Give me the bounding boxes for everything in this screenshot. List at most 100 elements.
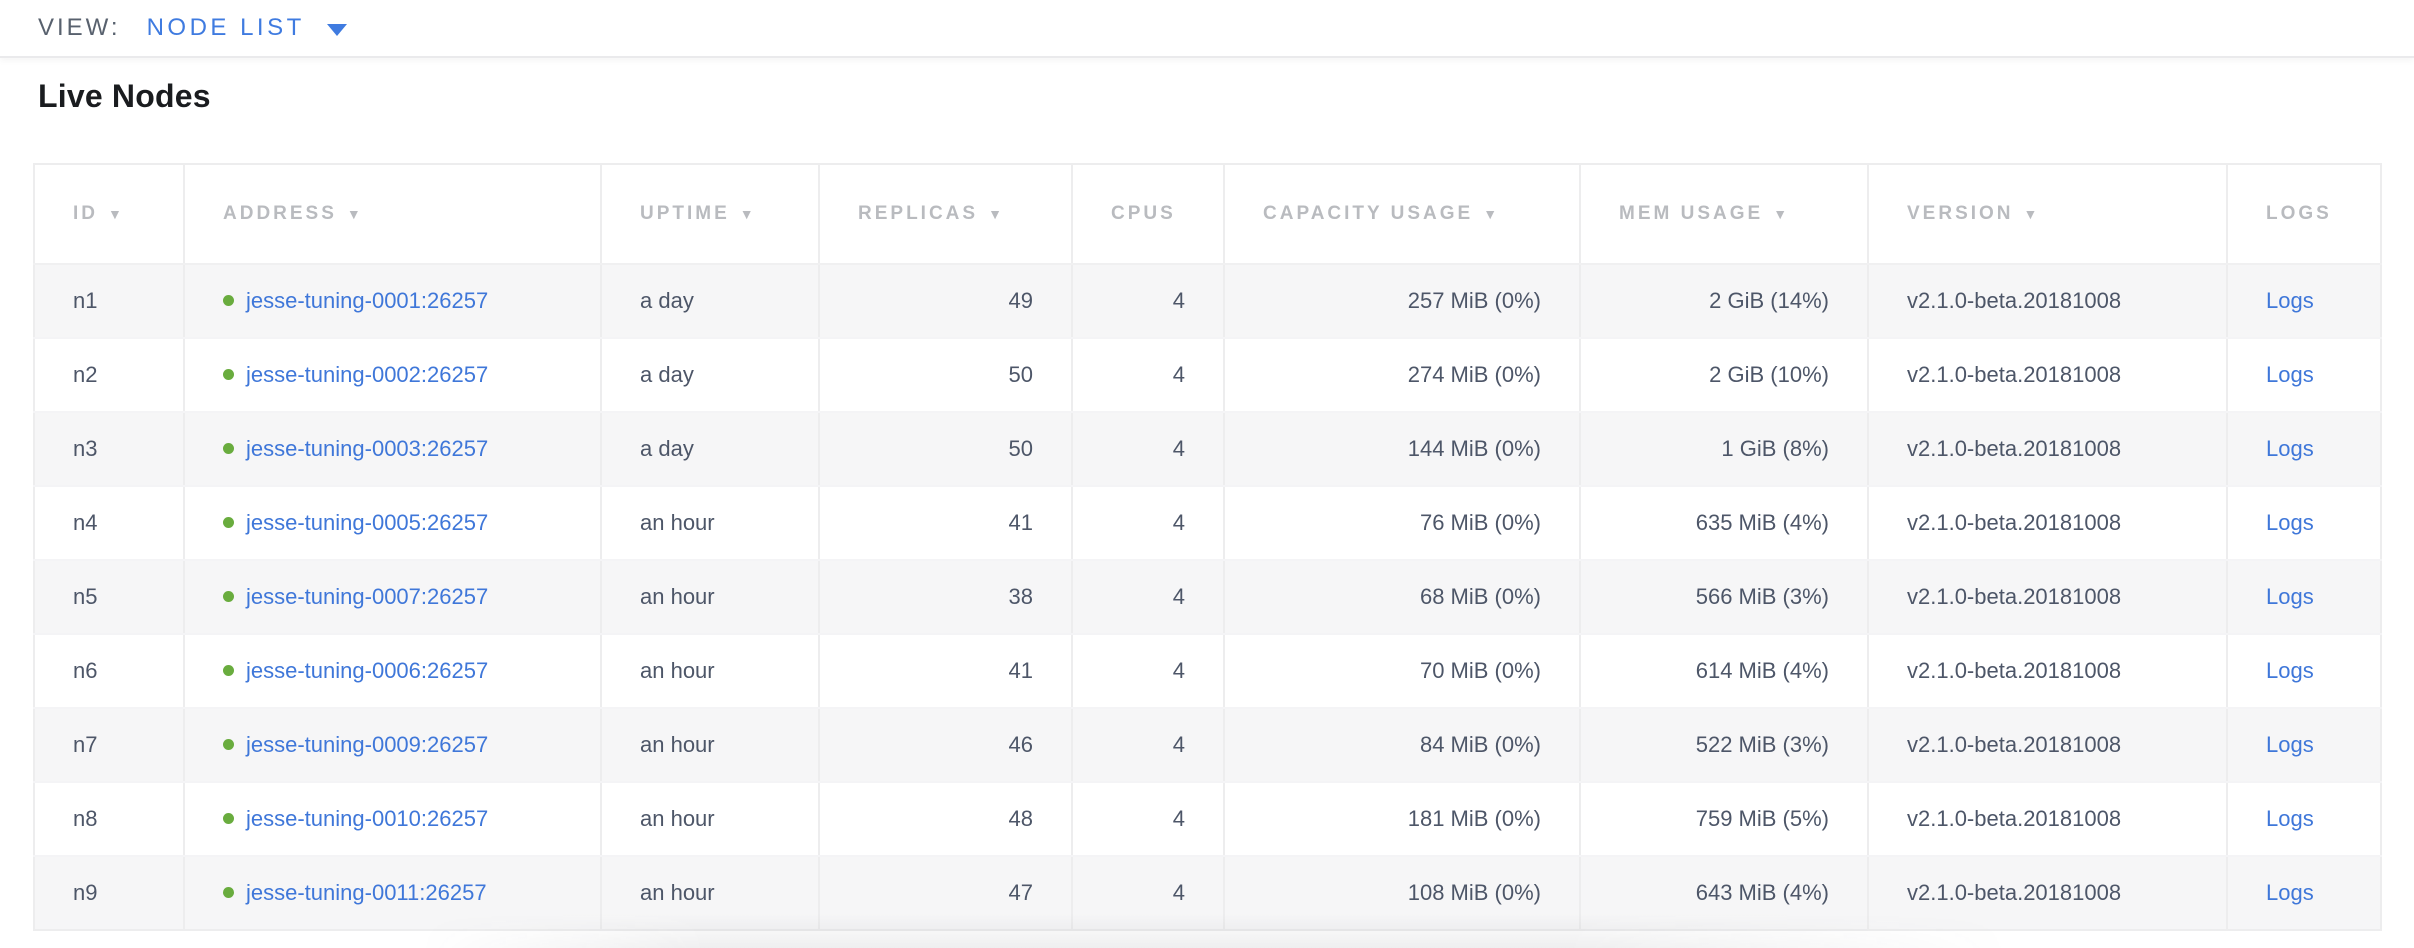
node-address-link[interactable]: jesse-tuning-0006:26257 bbox=[246, 658, 488, 683]
cell-capacity: 144 MiB (0%) bbox=[1224, 412, 1580, 486]
table-row: n3 jesse-tuning-0003:26257 a day504144 MiB… bbox=[34, 412, 2381, 486]
table-body: n1jesse-tuning-0001:26257a day494257 MiB… bbox=[34, 264, 2381, 930]
logs-link[interactable]: Logs bbox=[2266, 288, 2314, 313]
column-header-replicas[interactable]: REPLICAS▼ bbox=[819, 164, 1072, 264]
cell-replicas: 41 bbox=[819, 486, 1072, 560]
node-live-status-dot bbox=[223, 369, 234, 380]
cell-cpus: 4 bbox=[1072, 264, 1224, 338]
node-live-status-dot bbox=[223, 739, 234, 750]
table-row: n9jesse-tuning-0011:26257an hour474108 M… bbox=[34, 856, 2381, 930]
cell-id: n8 bbox=[34, 782, 184, 856]
cell-logs: Logs bbox=[2227, 634, 2381, 708]
node-live-status-dot bbox=[223, 591, 234, 602]
node-address-link[interactable]: jesse-tuning-0005:26257 bbox=[246, 510, 488, 535]
cell-address: jesse-tuning-0001:26257 bbox=[184, 264, 601, 338]
column-header-address[interactable]: ADDRESS▼ bbox=[184, 164, 601, 264]
sort-desc-icon: ▼ bbox=[1773, 206, 1790, 222]
cell-id: n9 bbox=[34, 856, 184, 930]
cell-uptime: a day bbox=[601, 412, 819, 486]
cell-logs: Logs bbox=[2227, 338, 2381, 412]
node-live-status-dot bbox=[223, 665, 234, 676]
cell-version: v2.1.0-beta.20181008 bbox=[1868, 856, 2227, 930]
table-row: n2jesse-tuning-0002:26257a day504274 MiB… bbox=[34, 338, 2381, 412]
logs-link[interactable]: Logs bbox=[2266, 510, 2314, 535]
cell-logs: Logs bbox=[2227, 782, 2381, 856]
table-row: n6jesse-tuning-0006:26257an hour41470 Mi… bbox=[34, 634, 2381, 708]
logs-link[interactable]: Logs bbox=[2266, 806, 2314, 831]
node-address-link[interactable]: jesse-tuning-0011:26257 bbox=[246, 880, 487, 905]
cell-id: n3 bbox=[34, 412, 184, 486]
logs-link[interactable]: Logs bbox=[2266, 880, 2314, 905]
node-address-link[interactable]: jesse-tuning-0009:26257 bbox=[246, 732, 488, 757]
column-label: CPUS bbox=[1111, 203, 1176, 224]
cell-replicas: 46 bbox=[819, 708, 1072, 782]
cell-version: v2.1.0-beta.20181008 bbox=[1868, 264, 2227, 338]
column-header-logs: LOGS bbox=[2227, 164, 2381, 264]
cell-cpus: 4 bbox=[1072, 856, 1224, 930]
cell-logs: Logs bbox=[2227, 264, 2381, 338]
cell-replicas: 48 bbox=[819, 782, 1072, 856]
sort-desc-icon: ▼ bbox=[2024, 206, 2041, 222]
logs-link[interactable]: Logs bbox=[2266, 584, 2314, 609]
column-header-id[interactable]: ID ▼ bbox=[34, 164, 184, 264]
cell-capacity: 76 MiB (0%) bbox=[1224, 486, 1580, 560]
cell-uptime: a day bbox=[601, 264, 819, 338]
cell-replicas: 49 bbox=[819, 264, 1072, 338]
cell-address: jesse-tuning-0006:26257 bbox=[184, 634, 601, 708]
cell-capacity: 108 MiB (0%) bbox=[1224, 856, 1580, 930]
cell-logs: Logs bbox=[2227, 486, 2381, 560]
logs-link[interactable]: Logs bbox=[2266, 362, 2314, 387]
cell-id: n7 bbox=[34, 708, 184, 782]
sort-desc-icon: ▼ bbox=[108, 206, 125, 222]
cell-uptime: an hour bbox=[601, 708, 819, 782]
cell-id: n1 bbox=[34, 264, 184, 338]
cell-cpus: 4 bbox=[1072, 560, 1224, 634]
cell-address: jesse-tuning-0007:26257 bbox=[184, 560, 601, 634]
table-row: n8jesse-tuning-0010:26257an hour484181 M… bbox=[34, 782, 2381, 856]
cell-cpus: 4 bbox=[1072, 412, 1224, 486]
cell-cpus: 4 bbox=[1072, 634, 1224, 708]
cell-mem: 2 GiB (10%) bbox=[1580, 338, 1868, 412]
column-label: CAPACITY USAGE bbox=[1263, 203, 1473, 224]
cell-version: v2.1.0-beta.20181008 bbox=[1868, 486, 2227, 560]
live-nodes-table-container: ID▼ADDRESS▼UPTIME▼REPLICAS▼CPUSCAPACITY … bbox=[33, 163, 2382, 931]
node-live-status-dot bbox=[223, 443, 234, 454]
column-label: ID bbox=[73, 203, 98, 224]
column-header-mem[interactable]: MEM USAGE▼ bbox=[1580, 164, 1868, 264]
cell-cpus: 4 bbox=[1072, 338, 1224, 412]
node-address-link[interactable]: jesse-tuning-0003:26257 bbox=[246, 436, 488, 461]
cell-mem: 1 GiB (8%) bbox=[1580, 412, 1868, 486]
cell-cpus: 4 bbox=[1072, 486, 1224, 560]
logs-link[interactable]: Logs bbox=[2266, 436, 2314, 461]
column-header-capacity[interactable]: CAPACITY USAGE▼ bbox=[1224, 164, 1580, 264]
logs-link[interactable]: Logs bbox=[2266, 732, 2314, 757]
column-header-cpus: CPUS bbox=[1072, 164, 1224, 264]
cell-cpus: 4 bbox=[1072, 708, 1224, 782]
column-label: UPTIME bbox=[640, 203, 730, 224]
view-bar: VIEW: NODE LIST bbox=[0, 0, 2414, 58]
column-header-uptime[interactable]: UPTIME▼ bbox=[601, 164, 819, 264]
node-live-status-dot bbox=[223, 517, 234, 528]
cell-version: v2.1.0-beta.20181008 bbox=[1868, 708, 2227, 782]
cell-mem: 566 MiB (3%) bbox=[1580, 560, 1868, 634]
node-address-link[interactable]: jesse-tuning-0010:26257 bbox=[246, 806, 488, 831]
page-title: Live Nodes bbox=[38, 78, 211, 115]
cell-replicas: 47 bbox=[819, 856, 1072, 930]
cell-capacity: 84 MiB (0%) bbox=[1224, 708, 1580, 782]
cell-address: jesse-tuning-0002:26257 bbox=[184, 338, 601, 412]
node-address-link[interactable]: jesse-tuning-0001:26257 bbox=[246, 288, 488, 313]
column-label: VERSION bbox=[1907, 203, 2014, 224]
column-header-version[interactable]: VERSION ▼ bbox=[1868, 164, 2227, 264]
view-selector-dropdown[interactable]: NODE LIST bbox=[147, 14, 347, 42]
table-row: n1jesse-tuning-0001:26257a day494257 MiB… bbox=[34, 264, 2381, 338]
cell-address: jesse-tuning-0009:26257 bbox=[184, 708, 601, 782]
cell-replicas: 50 bbox=[819, 412, 1072, 486]
logs-link[interactable]: Logs bbox=[2266, 658, 2314, 683]
node-address-link[interactable]: jesse-tuning-0002:26257 bbox=[246, 362, 488, 387]
cell-mem: 2 GiB (14%) bbox=[1580, 264, 1868, 338]
cell-replicas: 41 bbox=[819, 634, 1072, 708]
cell-version: v2.1.0-beta.20181008 bbox=[1868, 412, 2227, 486]
cell-address: jesse-tuning-0011:26257 bbox=[184, 856, 601, 930]
node-address-link[interactable]: jesse-tuning-0007:26257 bbox=[246, 584, 488, 609]
cell-version: v2.1.0-beta.20181008 bbox=[1868, 338, 2227, 412]
